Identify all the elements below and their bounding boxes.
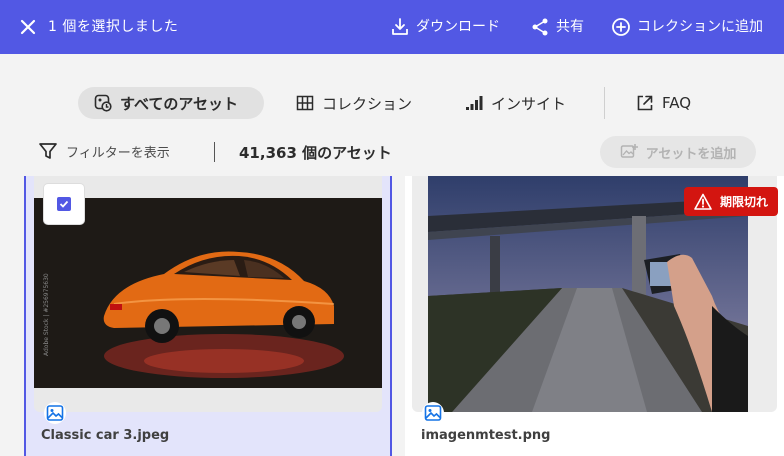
filter-icon [39,143,57,159]
add-image-icon [620,144,638,158]
image-type-icon [422,402,444,424]
download-label: ダウンロード [416,19,500,35]
show-filters-button[interactable]: フィルターを表示 [38,141,170,161]
expired-badge-label: 期限切れ [719,195,768,209]
tab-all-assets-label: すべてのアセット [120,94,239,113]
download-icon [392,18,408,35]
asset-toolbar: フィルターを表示 41,363 個のアセット アセットを追加 [0,134,784,170]
checkbox-checked [57,197,71,211]
add-to-collection-label: コレクションに追加 [637,19,763,35]
share-label: 共有 [556,19,584,35]
image-icon [424,405,442,421]
toolbar-separator [214,142,215,162]
selection-count: 1 個を選択しました [48,19,179,35]
bar-chart-icon [466,96,483,110]
asset-filename: imagenmtest.png [421,428,551,443]
asset-thumbnail[interactable]: Adobe Stock | #256975630 [34,176,382,412]
asset-card[interactable]: 期限切れ imagenmtest.png [405,176,784,456]
asset-card[interactable]: Adobe Stock | #256975630 Classic car 3.j… [24,176,392,456]
show-filters-label: フィルターを表示 [66,145,170,161]
tab-divider [604,87,605,119]
tab-faq-label: FAQ [662,94,692,112]
asset-thumbnail-wrapper: Adobe Stock | #256975630 [34,176,382,412]
tab-faq[interactable]: FAQ [636,87,691,119]
tab-collections[interactable]: コレクション [296,87,412,119]
tab-insights[interactable]: インサイト [465,87,566,119]
close-icon[interactable] [18,17,38,37]
add-asset-button[interactable]: アセットを追加 [600,136,756,168]
grid-icon [296,95,314,111]
selection-bar: 1 個を選択しました ダウンロード 共有 コレクションに追加 [0,0,784,54]
asset-filename: Classic car 3.jpeg [41,428,170,443]
tab-insights-label: インサイト [491,94,567,113]
tab-bar: すべてのアセット コレクション インサイト FAQ [0,82,784,124]
asset-count: 41,363 個のアセット [239,144,392,162]
share-icon [532,18,548,36]
add-to-collection-button[interactable]: コレクションに追加 [611,15,763,39]
select-checkbox[interactable] [44,184,84,224]
image-type-icon [44,402,66,424]
thumbnail-watermark: Adobe Stock | #256975630 [43,273,50,356]
warning-icon [694,193,712,210]
tab-collections-label: コレクション [322,94,413,113]
external-link-icon [637,95,653,111]
add-asset-label: アセットを追加 [645,146,737,162]
download-button[interactable]: ダウンロード [390,15,500,39]
image-icon [46,405,64,421]
tab-all-assets[interactable]: すべてのアセット [78,87,264,119]
share-button[interactable]: 共有 [530,15,584,39]
expired-badge: 期限切れ [683,187,778,216]
check-icon [59,200,69,208]
add-circle-icon [612,18,630,36]
assets-icon [94,94,112,112]
